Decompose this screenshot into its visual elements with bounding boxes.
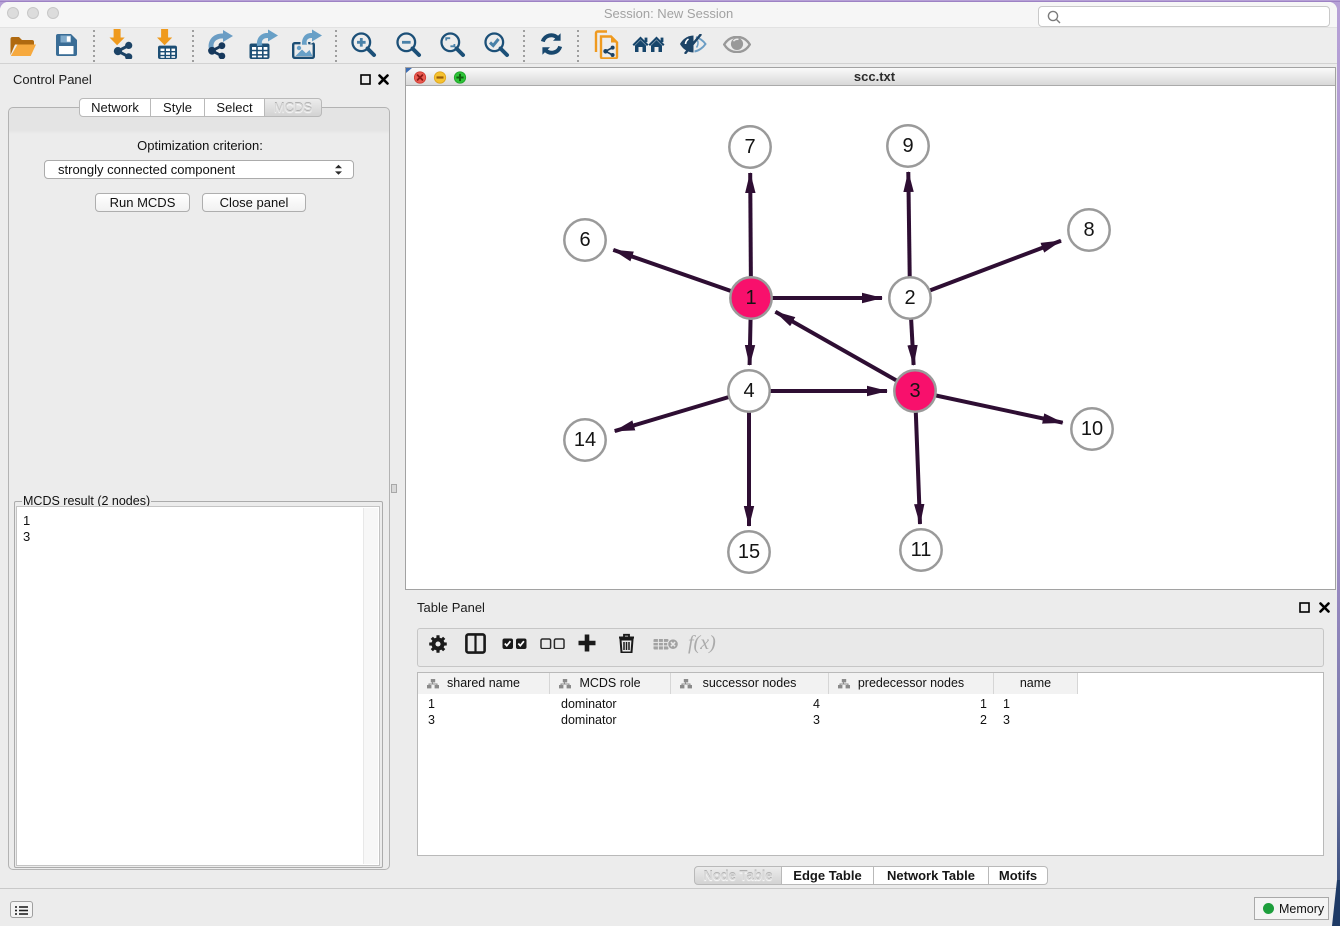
svg-text:14: 14 bbox=[574, 429, 596, 451]
svg-text:8: 8 bbox=[1083, 219, 1094, 241]
svg-text:3: 3 bbox=[909, 380, 920, 402]
svg-text:10: 10 bbox=[1081, 418, 1103, 440]
svg-text:9: 9 bbox=[902, 135, 913, 157]
svg-text:6: 6 bbox=[579, 229, 590, 251]
svg-text:1: 1 bbox=[745, 287, 756, 309]
svg-text:4: 4 bbox=[743, 380, 754, 402]
svg-text:2: 2 bbox=[904, 287, 915, 309]
svg-text:11: 11 bbox=[911, 539, 932, 561]
svg-text:15: 15 bbox=[738, 541, 760, 563]
svg-text:7: 7 bbox=[744, 136, 755, 158]
